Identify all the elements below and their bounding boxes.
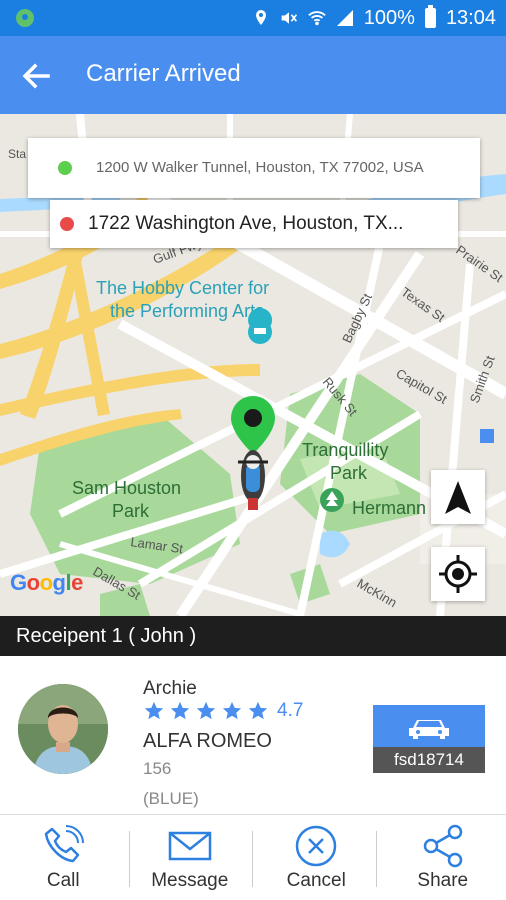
divider [129, 831, 130, 887]
map-label-sta: Sta [8, 147, 26, 161]
car-number: 156 [143, 759, 172, 778]
message-button[interactable]: Message [127, 815, 254, 900]
cancel-button[interactable]: Cancel [253, 815, 380, 900]
rating-stars: 4.7 [143, 700, 303, 722]
location-icon [16, 9, 34, 27]
google-logo: Google [10, 570, 83, 595]
clock: 13:04 [445, 6, 496, 29]
navigation-button[interactable] [431, 470, 485, 524]
my-location-button[interactable] [431, 547, 485, 601]
map-label-sam-houston-2: Park [112, 501, 150, 521]
star-icon [196, 701, 216, 720]
park-poi-icon[interactable] [320, 488, 344, 512]
cancel-label: Cancel [286, 870, 346, 891]
envelope-icon [168, 831, 211, 861]
divider [252, 831, 253, 887]
dropoff-address-card[interactable]: 1722 Washington Ave, Houston, TX... [50, 200, 458, 248]
mute-icon [281, 12, 297, 24]
signal-icon [336, 10, 353, 26]
vehicle-plate-box: fsd18714 [373, 705, 485, 773]
navigation-arrow-icon [445, 481, 471, 514]
rating-value: 4.7 [277, 700, 304, 721]
map-label-hobby-1: The Hobby Center for [96, 278, 269, 298]
call-button[interactable]: Call [0, 815, 127, 900]
theater-poi-icon[interactable] [248, 308, 273, 344]
map-label-tranquillity-2: Park [330, 463, 368, 483]
status-bar: 100% 13:04 [0, 0, 506, 36]
map-label-sam-houston-1: Sam Houston [72, 478, 181, 498]
message-label: Message [151, 870, 229, 891]
recipient-header: Receipent 1 ( John ) [0, 616, 506, 656]
battery-icon [424, 5, 436, 28]
wifi-icon [308, 11, 326, 26]
pickup-address: 1200 W Walker Tunnel, Houston, TX 77002,… [96, 159, 424, 176]
car-color: (BLUE) [143, 789, 199, 808]
arrow-back-icon[interactable] [18, 58, 54, 94]
star-icon [144, 701, 164, 720]
share-label: Share [417, 870, 469, 891]
car-model: ALFA ROMEO [143, 730, 272, 752]
pickup-dot-icon [58, 161, 72, 175]
avatar [18, 684, 108, 774]
plate-number: fsd18714 [373, 747, 485, 773]
location-icon [255, 10, 266, 25]
driver-info-panel: Archie 4.7 ALFA ROMEO 156 (BLUE) fsd1871… [0, 656, 506, 814]
battery-percent: 100% [363, 6, 415, 29]
driver-name: Archie [143, 678, 197, 699]
car-icon [409, 720, 449, 739]
divider [376, 831, 377, 887]
app-bar: Carrier Arrived [0, 36, 506, 114]
dropoff-address: 1722 Washington Ave, Houston, TX... [88, 213, 404, 234]
star-icon [222, 701, 242, 720]
map-label-tranquillity-1: Tranquillity [302, 440, 388, 460]
status-icons: 100% 13:04 [252, 0, 496, 36]
action-bar: Call Message Cancel Share [0, 815, 506, 900]
map-label-hermann: Hermann [352, 498, 426, 518]
star-icon [248, 701, 268, 720]
map-label-hobby-2: the Performing Arts [110, 301, 264, 321]
crosshair-icon [439, 555, 477, 593]
page-title: Carrier Arrived [86, 60, 241, 87]
dropoff-dot-icon [60, 217, 74, 231]
pickup-address-card[interactable]: 1200 W Walker Tunnel, Houston, TX 77002,… [28, 138, 480, 198]
transit-icon [480, 429, 494, 443]
close-circle-icon [296, 825, 337, 867]
star-icon [170, 701, 190, 720]
share-button[interactable]: Share [380, 815, 506, 900]
call-label: Call [46, 870, 80, 891]
share-icon [423, 824, 462, 868]
phone-icon [45, 825, 85, 863]
